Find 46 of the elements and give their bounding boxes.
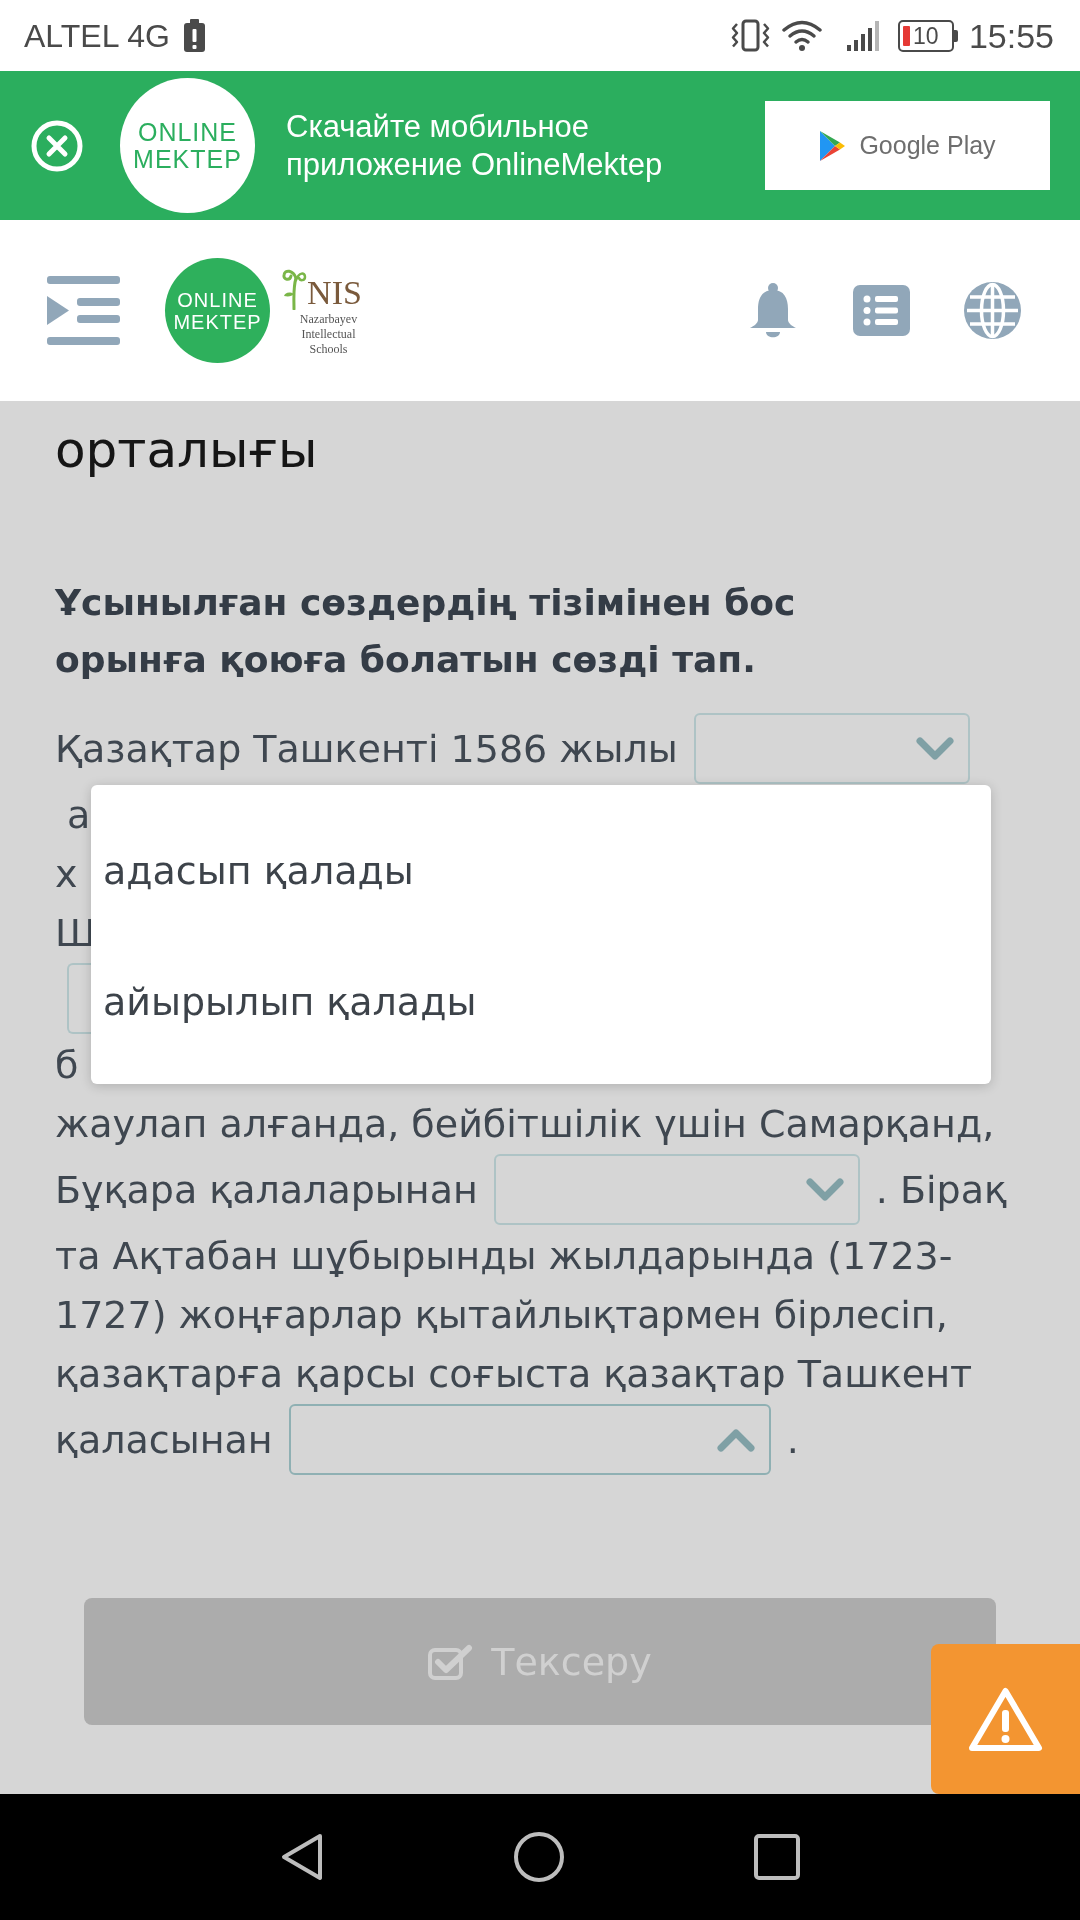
store-button[interactable]: Google Play: [765, 101, 1050, 190]
dropdown-option[interactable]: адасып қалады: [91, 805, 991, 936]
vibrate-icon: [729, 19, 771, 52]
back-icon[interactable]: [280, 1832, 324, 1882]
clock-time: 15:55: [968, 15, 1054, 56]
passage-text: қазақтарға қарсы соғыста қазақтар Ташкент: [55, 1350, 973, 1397]
wifi-icon: [780, 19, 823, 52]
instruction-text: Ұсынылған сөздердің тізімінен бос орынға қоюға болатын сөзді тап.: [55, 581, 797, 682]
battery-indicator: 10: [897, 19, 958, 52]
dropdown-field[interactable]: [493, 1154, 860, 1225]
battery-alert-icon: [183, 19, 205, 52]
chevron-down-icon: [915, 736, 954, 761]
passage-text: жаулап алғанда, бейбітшілік үшін Самарқанд,: [55, 1100, 995, 1147]
home-icon[interactable]: [514, 1832, 564, 1882]
passage-text: .: [786, 1416, 799, 1463]
list-icon[interactable]: [853, 285, 910, 336]
menu-icon[interactable]: [47, 276, 120, 345]
lesson-title: орталығы: [55, 420, 318, 480]
signal-icon: [846, 19, 881, 52]
carrier-label: ALTEL 4G: [24, 16, 170, 55]
passage-text: Бұқара қалаларынан: [55, 1166, 478, 1213]
chevron-down-icon: [805, 1177, 844, 1202]
dropdown-option[interactable]: айырылып қалады: [91, 936, 991, 1067]
passage-text: х: [55, 850, 78, 897]
close-icon[interactable]: [31, 119, 83, 172]
chevron-up-icon: [716, 1427, 755, 1452]
passage-text: 1727) жоңғарлар қытайлықтармен бірлесіп,: [55, 1291, 948, 1338]
passage-text: та Ақтабан шұбырынды жылдарында (1723-: [55, 1232, 953, 1279]
logo-text: NIS: [307, 276, 362, 310]
banner-message: Скачайте мобильное приложение OnlineMektep: [286, 107, 664, 184]
logo-caption: Nazarbayev Intellectual Schools: [298, 312, 359, 357]
dropdown-field[interactable]: [693, 713, 970, 784]
app-logo: ONLINE MEKTEP: [165, 258, 270, 363]
passage-text: Қазақтар Ташкенті 1586 жылы: [55, 725, 678, 772]
passage-text: . Бірақ: [875, 1166, 1007, 1213]
globe-icon[interactable]: [964, 282, 1021, 339]
app-logo: ONLINE MEKTEP: [120, 78, 255, 213]
recent-apps-icon[interactable]: [754, 1834, 800, 1880]
dropdown-field[interactable]: [288, 1404, 771, 1475]
passage-text: қаласынан: [55, 1416, 273, 1463]
report-button[interactable]: [931, 1644, 1080, 1794]
passage-text: б: [55, 1041, 79, 1088]
play-icon: [819, 130, 846, 161]
passage-text: а: [66, 791, 91, 838]
warning-icon: [968, 1685, 1043, 1753]
checkbox-icon: [428, 1643, 474, 1680]
